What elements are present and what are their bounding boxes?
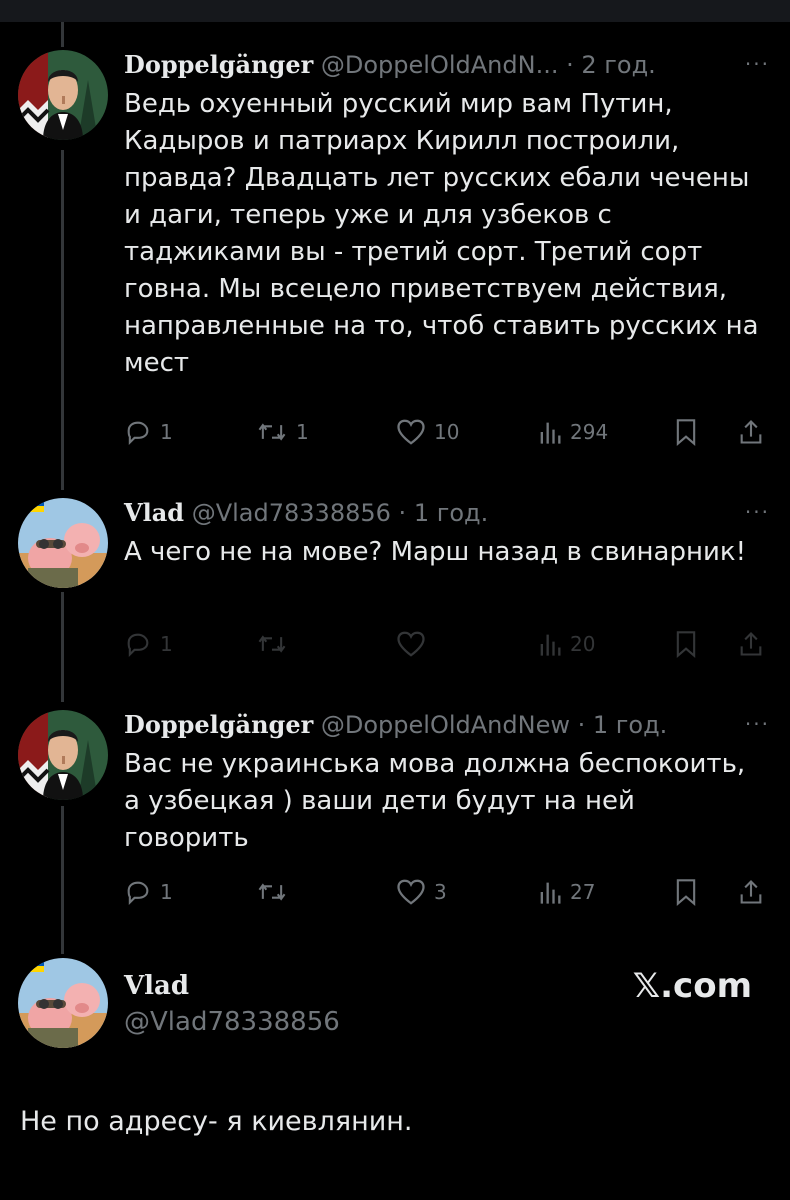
views-button[interactable]: 20: [538, 630, 595, 658]
heart-icon: [397, 879, 425, 905]
share-icon: [740, 880, 762, 904]
avatar[interactable]: [18, 50, 108, 140]
bookmark-button[interactable]: [674, 418, 698, 446]
reply-count: 1: [160, 632, 173, 656]
handle[interactable]: @DoppelOldAndN...: [321, 51, 559, 79]
views-count: 20: [570, 632, 596, 656]
timestamp[interactable]: 1 год.: [593, 711, 667, 739]
repost-button[interactable]: [256, 630, 288, 658]
tweet-text: Не по адресу- я киевлянин.: [20, 1106, 413, 1137]
separator: ·: [566, 51, 574, 79]
bookmark-icon: [676, 419, 696, 446]
thread-line: [61, 150, 64, 490]
heart-icon: [397, 631, 425, 657]
reply-count: 1: [160, 420, 173, 444]
views-count: 294: [570, 420, 609, 444]
views-button[interactable]: 294: [538, 418, 608, 446]
thread-line: [61, 592, 64, 702]
like-button[interactable]: 10: [396, 418, 459, 446]
thread-line: [61, 806, 64, 954]
timestamp[interactable]: 1 год.: [414, 499, 488, 527]
avatar[interactable]: [18, 710, 108, 800]
share-icon: [740, 420, 762, 444]
tweet-text: Ведь охуенный русский мир вам Путин, Кад…: [124, 89, 759, 378]
tweet-header: Doppelgänger @DoppelOldAndNew · 1 год.: [124, 710, 667, 740]
like-count: 3: [434, 880, 447, 904]
reply-icon: [127, 881, 149, 906]
bookmark-icon: [676, 631, 696, 658]
action-bar: 1 1 10 294: [124, 418, 774, 448]
separator: ·: [398, 499, 407, 527]
views-count: 27: [570, 880, 596, 904]
reply-icon: [127, 421, 149, 446]
reply-button[interactable]: 1: [124, 630, 173, 658]
repost-count: 1: [296, 420, 309, 444]
action-bar: 1 3 27: [124, 878, 774, 908]
thread-line: [61, 22, 64, 47]
views-icon: [540, 882, 561, 904]
heart-icon: [397, 419, 425, 445]
reply-icon: [127, 633, 149, 658]
timestamp[interactable]: 2 год.: [581, 51, 655, 79]
like-button[interactable]: 3: [396, 878, 447, 906]
handle[interactable]: @DoppelOldAndNew: [321, 711, 570, 739]
share-icon: [740, 632, 762, 656]
reply-button[interactable]: 1: [124, 878, 173, 906]
like-count: 10: [434, 420, 460, 444]
avatar[interactable]: [18, 498, 108, 588]
tweet-text: А чего не на мове? Марш назад в свинарни…: [124, 537, 747, 567]
tweet-text: Вас не украинська мова должна беспокоить…: [124, 749, 746, 853]
separator: ·: [577, 711, 586, 739]
more-icon[interactable]: ···: [745, 712, 770, 736]
repost-button[interactable]: [256, 878, 288, 906]
display-name[interactable]: Doppelgänger: [124, 710, 313, 739]
repost-icon: [258, 635, 286, 653]
x-logo[interactable]: 𝕏.com: [633, 966, 752, 1006]
bookmark-icon: [676, 879, 696, 906]
share-button[interactable]: [738, 630, 764, 658]
action-bar: 1 20: [124, 630, 774, 660]
more-icon[interactable]: ···: [745, 52, 770, 76]
bookmark-button[interactable]: [674, 630, 698, 658]
like-button[interactable]: [396, 630, 426, 658]
focused-tweet-header: Vlad @Vlad78338856: [124, 968, 340, 1040]
views-button[interactable]: 27: [538, 878, 595, 906]
repost-icon: [258, 883, 286, 901]
bookmark-button[interactable]: [674, 878, 698, 906]
share-button[interactable]: [738, 878, 764, 906]
tweet-header: Vlad @Vlad78338856 · 1 год.: [124, 498, 488, 528]
repost-button[interactable]: 1: [256, 418, 309, 446]
handle[interactable]: @Vlad78338856: [124, 1004, 340, 1040]
handle[interactable]: @Vlad78338856: [192, 499, 391, 527]
reply-count: 1: [160, 880, 173, 904]
more-icon[interactable]: ···: [745, 500, 770, 524]
views-icon: [540, 634, 561, 656]
display-name[interactable]: Doppelgänger: [124, 50, 313, 79]
tweet-header: Doppelgänger @DoppelOldAndN... · 2 год.: [124, 50, 656, 80]
share-button[interactable]: [738, 418, 764, 446]
reply-button[interactable]: 1: [124, 418, 173, 446]
repost-icon: [258, 423, 286, 441]
views-icon: [540, 422, 561, 444]
top-bar: [0, 0, 790, 22]
display-name[interactable]: Vlad: [124, 498, 184, 527]
display-name[interactable]: Vlad: [124, 968, 340, 1004]
avatar[interactable]: [18, 958, 108, 1048]
